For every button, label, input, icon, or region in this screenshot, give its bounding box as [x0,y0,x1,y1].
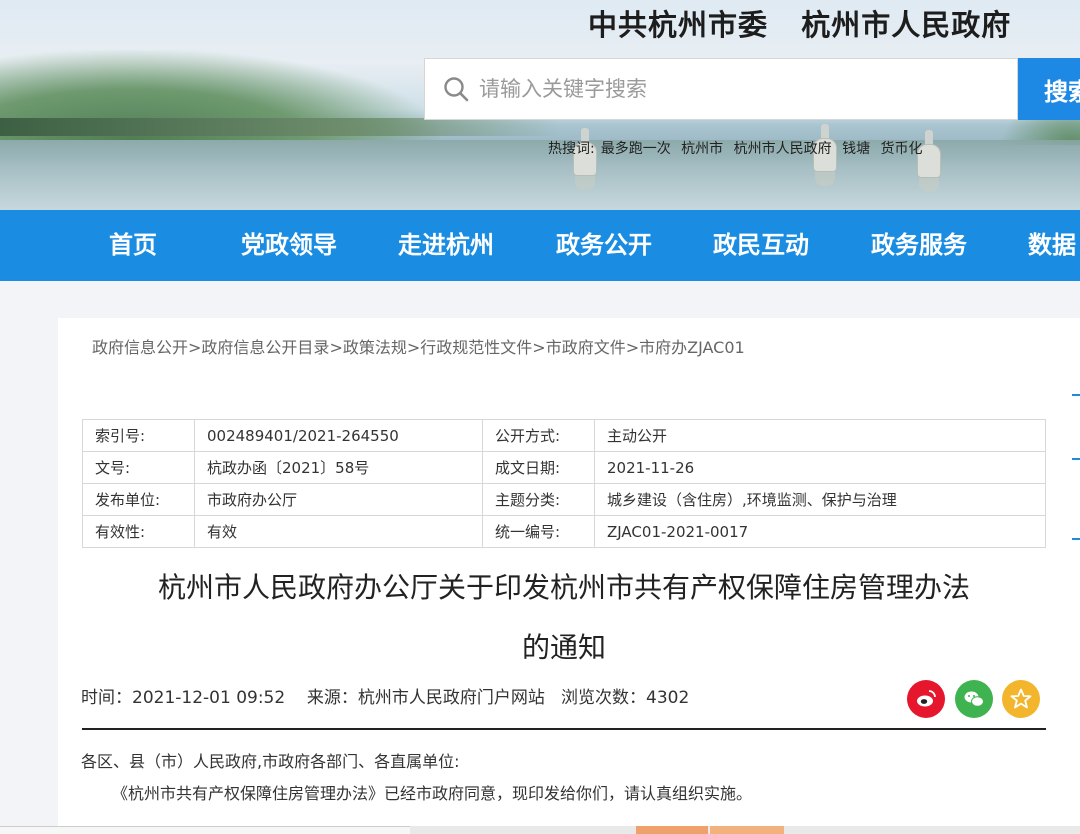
breadcrumb-item[interactable]: 政府信息公开 [92,338,188,357]
meta-label: 文号: [82,451,195,484]
nav-item-data[interactable]: 数据 [1028,210,1076,281]
nav-item-government-affairs[interactable]: 政务公开 [556,210,652,281]
meta-label: 发布单位: [82,483,195,516]
divider [82,728,1046,730]
nav-item-interaction[interactable]: 政民互动 [713,210,809,281]
view-count: 4302 [646,688,690,708]
bottom-edge [0,826,1080,834]
meta-label: 有效性: [82,515,195,548]
breadcrumb-item[interactable]: 市府办ZJAC01 [639,338,745,357]
time-label: 时间： [81,688,132,708]
nav-item-home[interactable]: 首页 [109,210,157,281]
breadcrumb-separator: > [532,338,546,357]
meta-value: 市政府办公厅 [194,483,483,516]
breadcrumb-separator: > [625,338,640,357]
breadcrumb-item[interactable]: 行政规范性文件 [420,338,532,357]
meta-value: 2021-11-26 [594,451,1046,484]
meta-label: 索引号: [82,419,195,452]
meta-label: 主题分类: [482,483,595,516]
breadcrumb-item[interactable]: 政策法规 [343,338,407,357]
weibo-icon [917,690,936,707]
nav-item-about-hangzhou[interactable]: 走进杭州 [398,210,494,281]
meta-label: 公开方式: [482,419,595,452]
meta-value: 主动公开 [594,419,1046,452]
star-icon [1010,688,1032,709]
hot-word-link[interactable]: 杭州市人民政府 [734,141,832,157]
source-value: 杭州市人民政府门户网站 [357,688,545,708]
meta-value: ZJAC01-2021-0017 [594,515,1046,548]
meta-value: 城乡建设（含住房）,环境监测、保护与治理 [594,483,1046,516]
breadcrumb-item[interactable]: 市政府文件 [546,338,626,357]
breadcrumb-separator: > [406,338,421,357]
search-icon [444,77,469,102]
document-title-line1: 杭州市人民政府办公厅关于印发杭州市共有产权保障住房管理办法 [157,571,970,604]
hot-word-link[interactable]: 最多跑一次 [601,141,671,157]
share-wechat-button[interactable] [955,680,993,718]
source-label: 来源： [306,688,358,708]
hot-word-link[interactable]: 杭州市 [681,141,723,157]
meta-value: 有效 [194,515,483,548]
meta-label: 成文日期: [482,451,595,484]
search-box [424,58,1018,120]
meta-value: 杭政办函〔2021〕58号 [194,451,483,484]
favorite-button[interactable] [1002,680,1040,718]
breadcrumb-separator: > [329,338,343,357]
horizontal-scrollbar[interactable] [0,826,410,834]
nav-item-services[interactable]: 政务服务 [871,210,967,281]
publish-time: 2021-12-01 09:52 [132,688,286,708]
site-title: 中共杭州市委 杭州市人民政府 [588,8,1012,42]
hot-words-label: 热搜词: [548,141,595,157]
banner-shore [0,118,560,136]
header-banner: 中共杭州市委 杭州市人民政府 搜索 热搜词: 最多跑一次 杭州市 杭州市人民政府 … [0,0,1080,210]
hot-words: 热搜词: 最多跑一次 杭州市 杭州市人民政府 钱塘 货币化 [548,138,929,158]
side-marker [1072,458,1080,460]
nav-item-leadership[interactable]: 党政领导 [241,210,337,281]
hot-word-link[interactable]: 钱塘 [842,141,870,157]
breadcrumb: 政府信息公开>政府信息公开目录>政策法规>行政规范性文件>市政府文件>市府办ZJ… [92,334,745,358]
side-marker [1072,538,1080,540]
document-body-paragraph: 《杭州市共有产权保障住房管理办法》已经市政府同意，现印发给你们，请认真组织实施。 [112,784,753,803]
bottom-decoration [636,826,708,834]
meta-value: 002489401/2021-264550 [194,419,483,452]
breadcrumb-item[interactable]: 政府信息公开目录 [201,338,329,357]
pagoda-image [570,128,600,190]
hot-word-link[interactable]: 货币化 [881,141,923,157]
wechat-icon [964,691,984,707]
breadcrumb-separator: > [188,338,202,357]
bottom-decoration [710,826,784,834]
side-marker [1072,394,1080,396]
document-body-salutation: 各区、县（市）人民政府,市政府各部门、各直属单位: [81,752,460,771]
document-title: 杭州市人民政府办公厅关于印发杭州市共有产权保障住房管理办法 的通知 [82,558,1046,678]
table-row: 文号: 杭政办函〔2021〕58号 成文日期: 2021-11-26 [82,451,1046,484]
main-nav: 首页 党政领导 走进杭州 政务公开 政民互动 政务服务 数据 [0,210,1080,281]
table-row: 发布单位: 市政府办公厅 主题分类: 城乡建设（含住房）,环境监测、保护与治理 [82,483,1046,516]
meta-label: 统一编号: [482,515,595,548]
search-input[interactable] [479,59,999,119]
table-row: 索引号: 002489401/2021-264550 公开方式: 主动公开 [82,419,1046,452]
share-weibo-button[interactable] [907,680,945,718]
publish-info: 时间：2021-12-01 09:52 来源：杭州市人民政府门户网站 浏览次数：… [81,683,689,708]
document-meta-table: 索引号: 002489401/2021-264550 公开方式: 主动公开 文号… [82,419,1046,548]
search-button[interactable]: 搜索 [1018,58,1080,120]
views-label: 浏览次数： [561,688,647,708]
table-row: 有效性: 有效 统一编号: ZJAC01-2021-0017 [82,515,1046,548]
document-title-line2: 的通知 [521,631,606,664]
